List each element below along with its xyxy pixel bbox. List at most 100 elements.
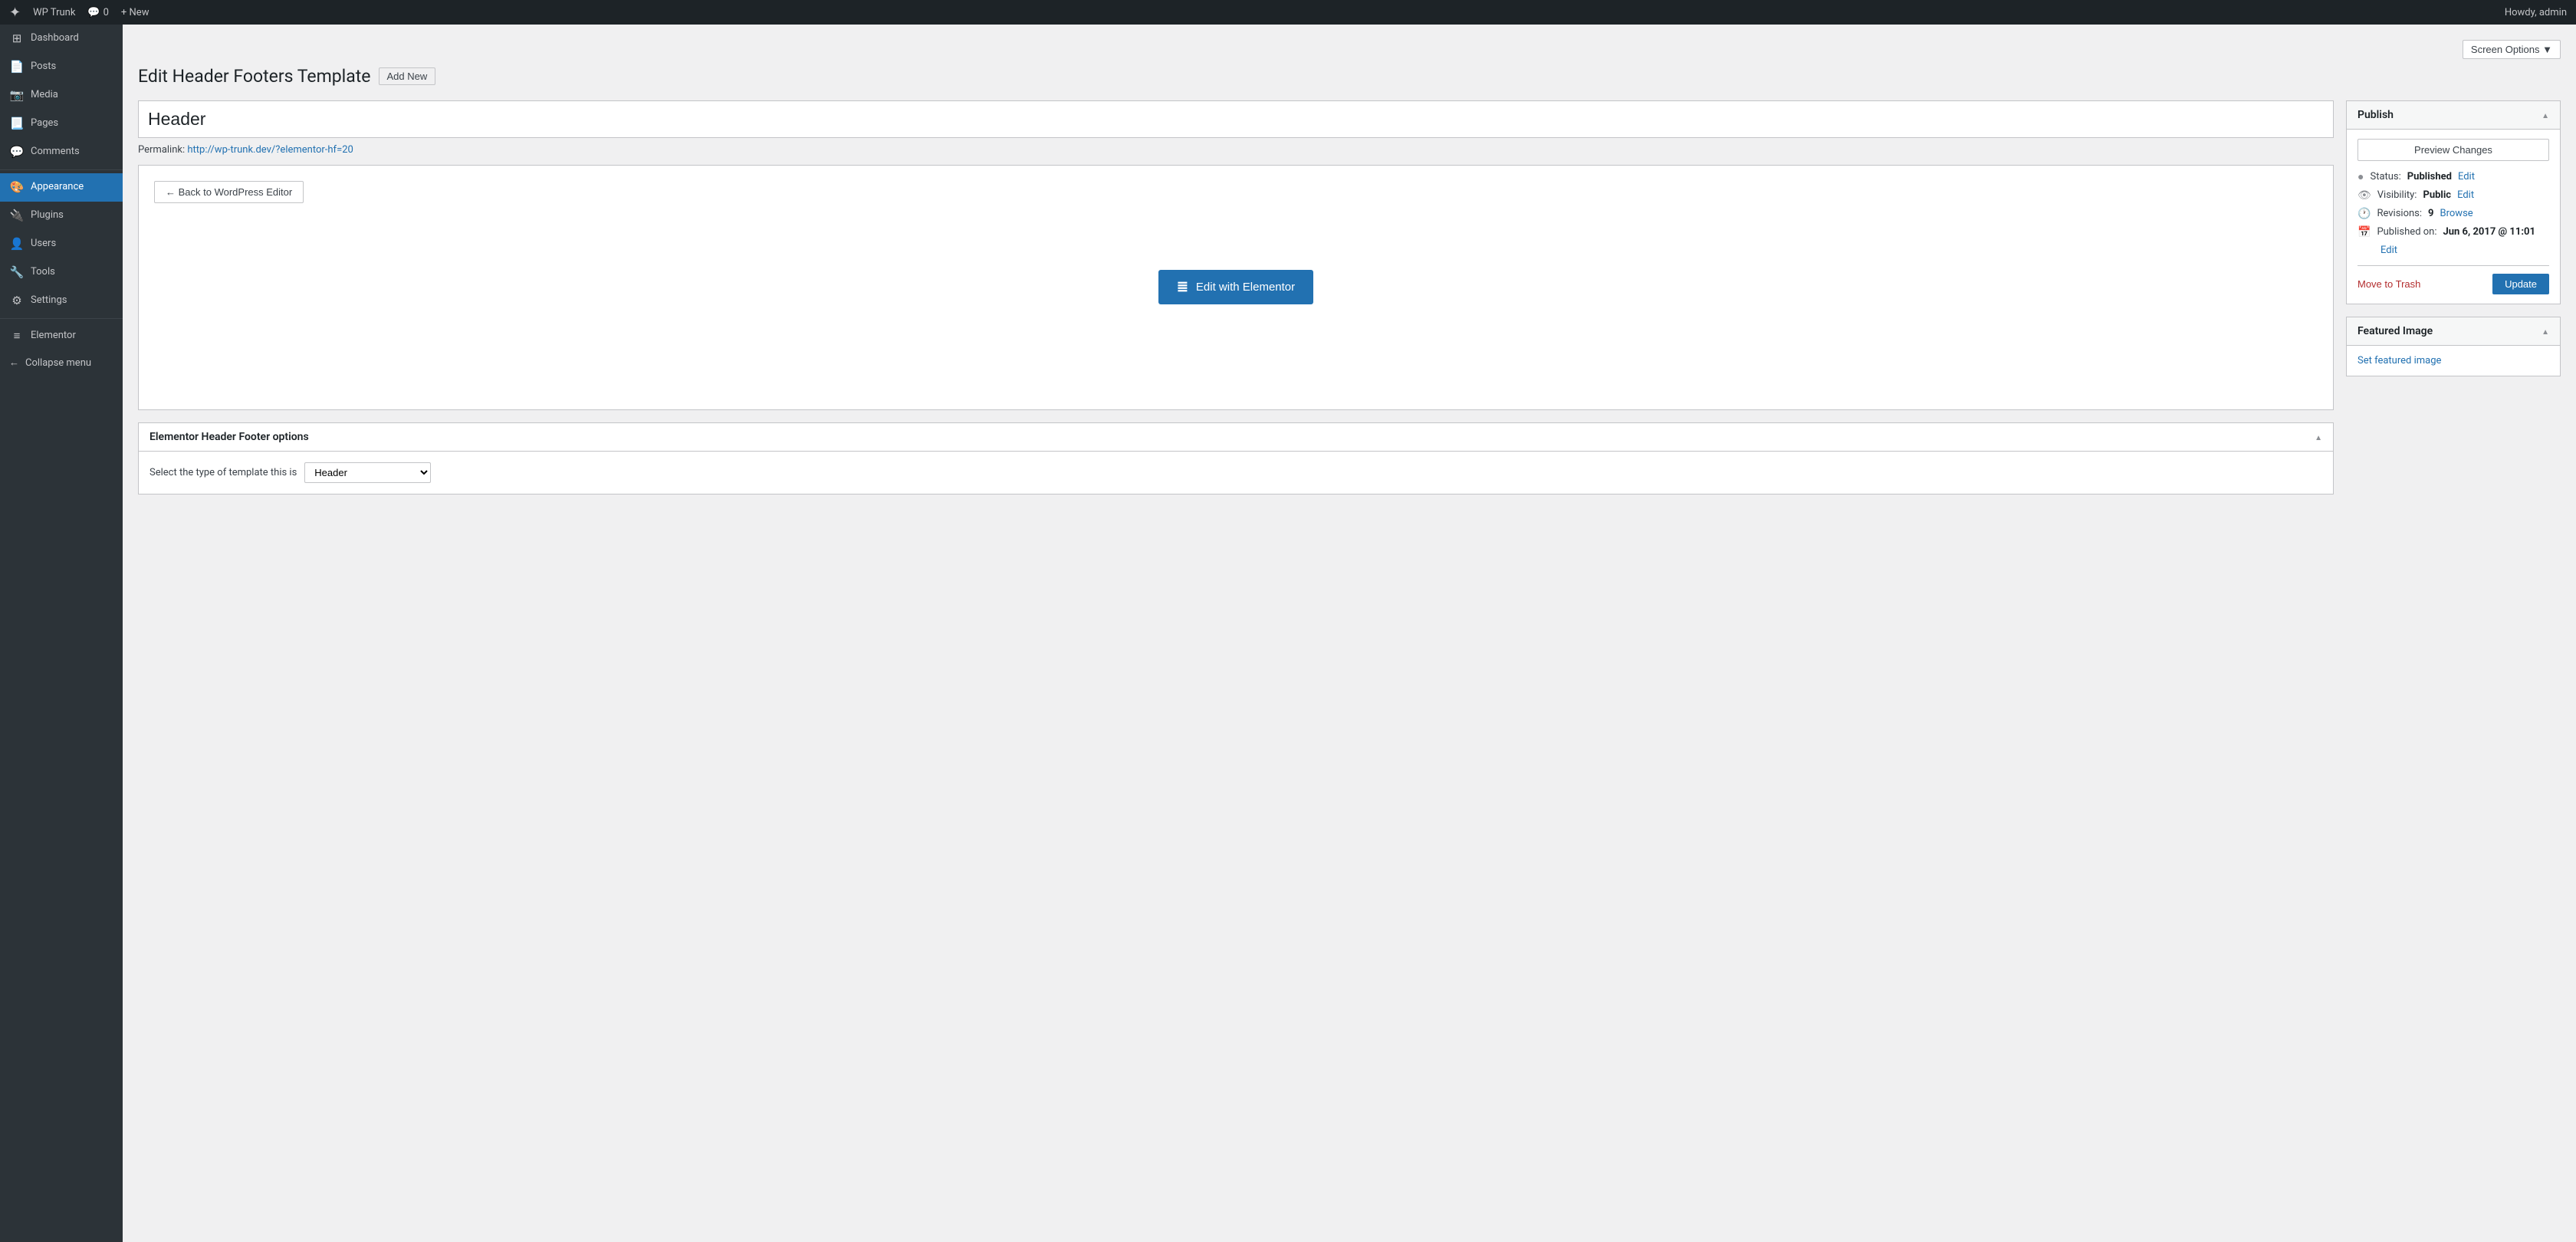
sidebar-item-tools[interactable]: 🔧 Tools (0, 258, 123, 287)
site-name[interactable]: WP Trunk (33, 7, 75, 18)
preview-changes-button[interactable]: Preview Changes (2358, 139, 2549, 161)
comments-count: 0 (104, 7, 109, 18)
sidebar-item-label: Posts (31, 60, 56, 74)
plugins-icon: 🔌 (9, 208, 25, 224)
edit-elementor-label: Edit with Elementor (1196, 281, 1295, 294)
calendar-icon: 📅 (2358, 226, 2371, 238)
permalink-label: Permalink: (138, 144, 185, 156)
sidebar-item-label: Elementor (31, 329, 76, 343)
page-title-area: Edit Header Footers Template Add New (138, 65, 2561, 88)
sidebar-item-elementor[interactable]: ≡ Elementor (0, 322, 123, 350)
featured-image-title: Featured Image (2358, 325, 2433, 337)
main-column: Permalink: http://wp-trunk.dev/?elemento… (138, 100, 2334, 495)
sidebar-item-label: Users (31, 237, 56, 251)
sidebar-item-pages[interactable]: 📃 Pages (0, 110, 123, 138)
status-row: ● Status: Published Edit (2358, 170, 2549, 183)
sidebar-item-posts[interactable]: 📄 Posts (0, 53, 123, 81)
post-title-input[interactable] (139, 101, 2333, 137)
move-to-trash-button[interactable]: Move to Trash (2358, 278, 2420, 290)
edit-with-elementor-button[interactable]: ≣ Edit with Elementor (1158, 270, 1313, 304)
elementor-options-toggle[interactable] (2315, 431, 2322, 443)
status-edit-link[interactable]: Edit (2458, 171, 2475, 182)
status-icon: ● (2358, 170, 2364, 183)
menu-separator-2 (0, 318, 123, 319)
sidebar-item-comments[interactable]: 💬 Comments (0, 138, 123, 166)
wp-logo-icon: ✦ (9, 5, 21, 21)
sidebar-item-label: Dashboard (31, 31, 79, 45)
visibility-label: Visibility: (2377, 189, 2417, 201)
elementor-options-title: Elementor Header Footer options (150, 431, 309, 443)
collapse-icon: ← (9, 356, 19, 369)
elementor-icon: ≡ (9, 328, 25, 344)
published-on-edit-link[interactable]: Edit (2358, 245, 2549, 256)
howdy-text: Howdy, admin (2505, 7, 2567, 18)
publish-panel-body: Preview Changes ● Status: Published Edit… (2347, 130, 2560, 304)
update-button[interactable]: Update (2492, 274, 2549, 294)
posts-icon: 📄 (9, 59, 25, 75)
published-on-block: 📅 Published on: Jun 6, 2017 @ 11:01 Edit (2358, 226, 2549, 256)
sidebar-item-media[interactable]: 📷 Media (0, 81, 123, 110)
elementor-grid-icon: ≣ (1177, 279, 1188, 295)
collapse-menu[interactable]: ← Collapse menu (0, 350, 123, 375)
elementor-options-box: Elementor Header Footer options Select t… (138, 422, 2334, 495)
visibility-edit-link[interactable]: Edit (2457, 189, 2474, 201)
appearance-icon: 🎨 (9, 179, 25, 196)
page-title: Edit Header Footers Template (138, 65, 371, 88)
published-on-row: 📅 Published on: Jun 6, 2017 @ 11:01 (2358, 226, 2549, 238)
screen-options-button[interactable]: Screen Options ▼ (2463, 40, 2561, 59)
admin-sidebar: ⊞ Dashboard 📄 Posts 📷 Media 📃 Pages 💬 Co… (0, 25, 123, 1242)
editor-box: ← Back to WordPress Editor ≣ Edit with E… (138, 165, 2334, 410)
set-featured-image-link[interactable]: Set featured image (2358, 355, 2441, 366)
sidebar-item-dashboard[interactable]: ⊞ Dashboard (0, 25, 123, 53)
select-template-label: Select the type of template this is (150, 467, 297, 478)
tools-icon: 🔧 (9, 264, 25, 281)
featured-image-body: Set featured image (2347, 346, 2560, 376)
sidebar-item-settings[interactable]: ⚙ Settings (0, 287, 123, 315)
sidebar-item-label: Settings (31, 294, 67, 307)
users-icon: 👤 (9, 236, 25, 252)
sidebar-item-users[interactable]: 👤 Users (0, 230, 123, 258)
sidebar-item-label: Comments (31, 145, 80, 159)
pages-icon: 📃 (9, 116, 25, 132)
visibility-row: 👁 Visibility: Public Edit (2358, 189, 2549, 202)
published-on-date: Jun 6, 2017 @ 11:01 (2443, 226, 2535, 238)
comments-icon: 💬 (9, 144, 25, 160)
new-link[interactable]: + New (121, 7, 150, 18)
revisions-browse-link[interactable]: Browse (2440, 208, 2473, 219)
sidebar-item-label: Appearance (31, 180, 84, 194)
side-column: Publish Preview Changes ● Status: Publis… (2346, 100, 2561, 389)
sidebar-item-label: Plugins (31, 209, 64, 222)
post-title-box (138, 100, 2334, 138)
editor-layout: Permalink: http://wp-trunk.dev/?elemento… (138, 100, 2561, 495)
publish-title: Publish (2358, 109, 2394, 121)
collapse-label: Collapse menu (25, 357, 91, 369)
featured-image-panel: Featured Image Set featured image (2346, 317, 2561, 376)
comment-icon: 💬 (87, 7, 100, 18)
permalink-url[interactable]: http://wp-trunk.dev/?elementor-hf=20 (187, 144, 353, 156)
featured-image-toggle[interactable] (2542, 325, 2549, 337)
add-new-button[interactable]: Add New (379, 67, 436, 85)
comments-link[interactable]: 💬 0 (87, 7, 109, 18)
sidebar-item-label: Media (31, 88, 58, 102)
elementor-options-header: Elementor Header Footer options (139, 423, 2333, 452)
revisions-icon: 🕐 (2358, 208, 2371, 220)
sidebar-item-label: Tools (31, 265, 55, 279)
revisions-count: 9 (2428, 208, 2433, 219)
sidebar-item-appearance[interactable]: 🎨 Appearance (0, 173, 123, 202)
publish-panel-header: Publish (2347, 101, 2560, 130)
publish-actions: Move to Trash Update (2358, 265, 2549, 294)
visibility-value: Public (2423, 189, 2451, 201)
template-type-select[interactable]: Header Footer Both Header & Footer (304, 462, 431, 483)
back-to-wordpress-editor-button[interactable]: ← Back to WordPress Editor (154, 181, 304, 203)
publish-panel-toggle[interactable] (2542, 109, 2549, 121)
dashboard-icon: ⊞ (9, 31, 25, 47)
admin-bar: ✦ WP Trunk 💬 0 + New Howdy, admin (0, 0, 2576, 25)
sidebar-item-plugins[interactable]: 🔌 Plugins (0, 202, 123, 230)
featured-image-header: Featured Image (2347, 317, 2560, 346)
publish-panel: Publish Preview Changes ● Status: Publis… (2346, 100, 2561, 304)
published-on-label: Published on: (2377, 226, 2436, 238)
settings-icon: ⚙ (9, 293, 25, 309)
sidebar-item-label: Pages (31, 117, 58, 130)
revisions-label: Revisions: (2377, 208, 2422, 219)
visibility-icon: 👁 (2358, 189, 2371, 202)
